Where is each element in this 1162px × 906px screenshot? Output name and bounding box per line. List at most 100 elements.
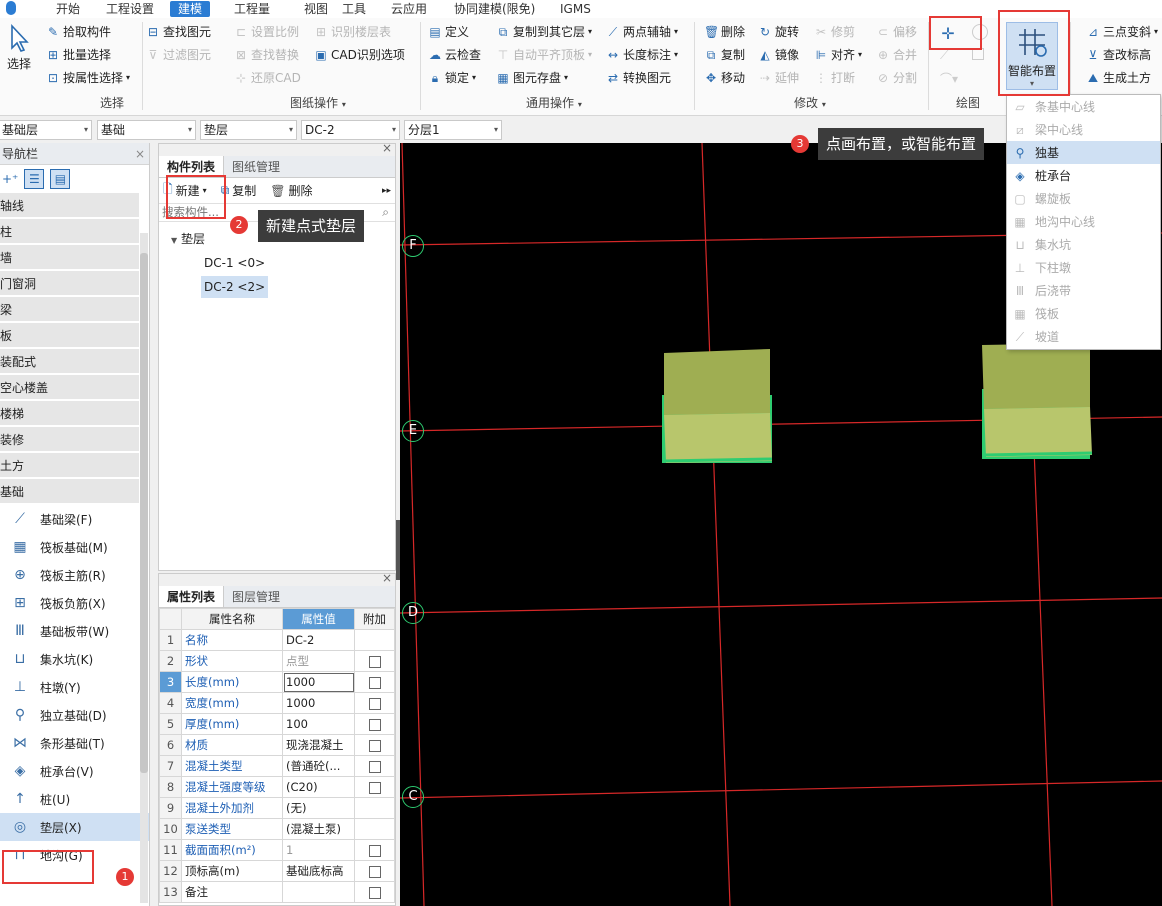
dropdown-item[interactable]: ▦ 地沟中心线	[1007, 210, 1160, 233]
extra-checkbox[interactable]	[368, 676, 381, 689]
property-row[interactable]: 2 形状 点型	[159, 650, 395, 672]
close-icon[interactable]: ×	[382, 571, 392, 585]
two-point-axis-button[interactable]: ⟋ 两点辅轴 ▾	[606, 22, 678, 42]
batch-select-button[interactable]: ⊞ 批量选择	[46, 45, 111, 65]
extend-button[interactable]: ⇢ 延伸	[758, 68, 799, 88]
select-button[interactable]: 选择	[4, 23, 34, 72]
property-row[interactable]: 3 长度(mm) 1000	[159, 671, 395, 693]
footing-box-1[interactable]	[662, 349, 773, 463]
nav-subitem[interactable]: ⊥ 柱墩(Y)	[0, 673, 149, 701]
panel-splitter[interactable]	[396, 520, 400, 580]
edit-elevation-button[interactable]: ⊻ 查改标高	[1086, 45, 1151, 65]
property-value[interactable]: 100	[282, 713, 355, 735]
nav-category[interactable]: 柱	[0, 219, 139, 245]
tree-item[interactable]: DC-1 <0>	[201, 252, 395, 274]
find-element-button[interactable]: ⊟ 查找图元	[146, 22, 211, 42]
dropdown-item[interactable]: ⚲ 独基	[1007, 141, 1160, 164]
property-value[interactable]: 1	[282, 839, 355, 861]
lock-button[interactable]: 🔒︎ 锁定 ▾	[428, 68, 476, 88]
extra-checkbox[interactable]	[368, 865, 381, 878]
nav-subitem[interactable]: ⊔ 集水坑(K)	[0, 645, 149, 673]
delete-button[interactable]: 🗑︎ 删除	[704, 22, 745, 42]
property-value[interactable]: 基础底标高	[282, 860, 355, 882]
property-row[interactable]: 8 混凝土强度等级 (C20)	[159, 776, 395, 798]
property-row[interactable]: 4 宽度(mm) 1000	[159, 692, 395, 714]
generate-earthwork-button[interactable]: ⛰︎ 生成土方	[1086, 68, 1151, 88]
close-icon[interactable]: ×	[382, 141, 392, 155]
length-dimension-button[interactable]: ↔ 长度标注 ▾	[606, 45, 678, 65]
add-icon[interactable]: +⁺	[2, 172, 18, 186]
arc-draw-icon[interactable]: ⌒▾	[940, 70, 964, 86]
property-value[interactable]: (无)	[282, 797, 355, 819]
property-row[interactable]: 9 混凝土外加剂 (无)	[159, 797, 395, 819]
dropdown-item[interactable]: ◈ 桩承台	[1007, 164, 1160, 187]
dropdown-item[interactable]: ▢ 螺旋板	[1007, 187, 1160, 210]
property-value[interactable]: (混凝土泵)	[282, 818, 355, 840]
sublayer-select[interactable]: 分层1 ▾	[404, 120, 502, 140]
list-view-icon[interactable]: ☰	[24, 169, 45, 189]
split-button[interactable]: ⊘ 分割	[876, 68, 917, 88]
menu-igms[interactable]: IGMS	[552, 1, 599, 17]
identify-floor-table-button[interactable]: ⊞ 识别楼层表	[314, 22, 391, 42]
menu-modeling[interactable]: 建模	[170, 1, 211, 17]
define-button[interactable]: ▤ 定义	[428, 22, 469, 42]
restore-cad-button[interactable]: ⊹ 还原CAD	[234, 68, 301, 88]
move-button[interactable]: ✥ 移动	[704, 68, 745, 88]
dropdown-item[interactable]: ⧄ 梁中心线	[1007, 118, 1160, 141]
nav-category[interactable]: 空心楼盖	[0, 375, 139, 401]
menu-view[interactable]: 视图	[296, 1, 336, 17]
detail-view-icon[interactable]: ▤	[50, 169, 71, 189]
property-row[interactable]: 1 名称 DC-2	[159, 629, 395, 651]
nav-category[interactable]: 板	[0, 323, 139, 349]
break-button[interactable]: ⋮ 打断	[814, 68, 855, 88]
nav-category[interactable]: 基础	[0, 479, 139, 505]
extra-checkbox[interactable]	[368, 697, 381, 710]
property-value[interactable]: 1000	[282, 692, 355, 714]
rotate-button[interactable]: ↻ 旋转	[758, 22, 799, 42]
property-value[interactable]: 1000	[282, 671, 355, 693]
save-element-button[interactable]: ▦ 图元存盘 ▾	[496, 68, 568, 88]
delete-component-button[interactable]: 🗑︎ 删除	[270, 182, 312, 199]
merge-button[interactable]: ⊕ 合并	[876, 45, 917, 65]
extra-checkbox[interactable]	[368, 655, 381, 668]
nav-subitem[interactable]: ↑ 桩(U)	[0, 785, 149, 813]
nav-subitem[interactable]: ⚲ 独立基础(D)	[0, 701, 149, 729]
cad-options-button[interactable]: ▣ CAD识别选项	[314, 45, 405, 65]
nav-category[interactable]: 门窗洞	[0, 271, 139, 297]
cloud-check-button[interactable]: ☁ 云检查	[428, 45, 481, 65]
close-icon[interactable]: ×	[135, 143, 145, 165]
set-scale-button[interactable]: ⊏ 设置比例	[234, 22, 299, 42]
nav-subitem[interactable]: ▦ 筏板基础(M)	[0, 533, 149, 561]
dropdown-item[interactable]: ⟋ 坡道	[1007, 325, 1160, 348]
nav-category[interactable]: 墙	[0, 245, 139, 271]
copy-button[interactable]: ⧉ 复制	[704, 45, 745, 65]
align-button[interactable]: ⊫ 对齐 ▾	[814, 45, 862, 65]
nav-subitem[interactable]: ◎ 垫层(X)	[0, 813, 149, 841]
nav-category[interactable]: 楼梯	[0, 401, 139, 427]
tab-property-list[interactable]: 属性列表	[159, 586, 225, 607]
convert-element-button[interactable]: ⇄ 转换图元	[606, 68, 671, 88]
filter-element-button[interactable]: ⊽ 过滤图元	[146, 45, 211, 65]
mirror-button[interactable]: ◭ 镜像	[758, 45, 799, 65]
property-row[interactable]: 12 顶标高(m) 基础底标高	[159, 860, 395, 882]
nav-category[interactable]: 装配式	[0, 349, 139, 375]
extra-checkbox[interactable]	[368, 718, 381, 731]
dropdown-item[interactable]: Ⅲ 后浇带	[1007, 279, 1160, 302]
menu-quantity[interactable]: 工程量	[226, 1, 278, 17]
menu-cloud[interactable]: 云应用	[383, 1, 435, 17]
extra-checkbox[interactable]	[368, 886, 381, 899]
property-row[interactable]: 6 材质 现浇混凝土	[159, 734, 395, 756]
search-icon[interactable]: ⌕	[382, 205, 389, 220]
dropdown-item[interactable]: ⊔ 集水坑	[1007, 233, 1160, 256]
auto-align-top-button[interactable]: ⊤ 自动平齐顶板 ▾	[496, 45, 592, 65]
scrollbar-thumb[interactable]	[140, 253, 148, 773]
extra-checkbox[interactable]	[368, 781, 381, 794]
nav-subitem[interactable]: Ⅲ 基础板带(W)	[0, 617, 149, 645]
property-value[interactable]: (C20)	[282, 776, 355, 798]
nav-subitem[interactable]: ⟋ 基础梁(F)	[0, 505, 149, 533]
nav-category[interactable]: 轴线	[0, 193, 139, 219]
dropdown-item[interactable]: ▱ 条基中心线	[1007, 95, 1160, 118]
nav-scrollbar[interactable]	[140, 233, 148, 903]
select-by-property-button[interactable]: ⊡ 按属性选择 ▾	[46, 68, 130, 88]
extra-checkbox[interactable]	[368, 739, 381, 752]
